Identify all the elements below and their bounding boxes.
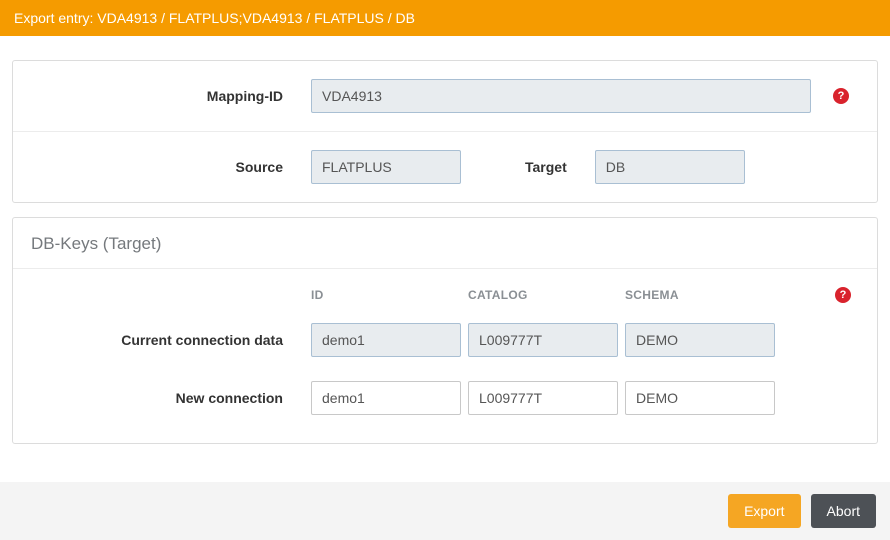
new-connection-schema-input[interactable] xyxy=(625,381,775,415)
export-entry-title-bar: Export entry: VDA4913 / FLATPLUS;VDA4913… xyxy=(0,0,890,36)
mapping-id-label: Mapping-ID xyxy=(206,88,283,104)
mapping-id-row: Mapping-ID ? xyxy=(13,61,877,131)
target-input[interactable] xyxy=(594,150,745,184)
target-label: Target xyxy=(525,159,567,175)
dbkeys-panel: DB-Keys (Target) ID CATALOG SCHEMA ? Cur… xyxy=(12,217,878,444)
current-connection-catalog-input[interactable] xyxy=(468,323,618,357)
new-connection-catalog-input[interactable] xyxy=(468,381,618,415)
page-title: Export entry: VDA4913 / FLATPLUS;VDA4913… xyxy=(14,10,415,26)
dbkeys-column-header-row: ID CATALOG SCHEMA ? xyxy=(13,269,877,311)
abort-button[interactable]: Abort xyxy=(810,494,876,528)
action-footer: Export Abort xyxy=(0,482,890,540)
source-target-row: Source Target xyxy=(13,131,877,202)
mapping-panel: Mapping-ID ? Source Target xyxy=(12,60,878,203)
mapping-id-help-icon[interactable]: ? xyxy=(833,88,849,104)
current-connection-schema-input[interactable] xyxy=(625,323,775,357)
new-connection-id-input[interactable] xyxy=(311,381,461,415)
new-connection-label: New connection xyxy=(175,390,283,406)
current-connection-row: Current connection data xyxy=(13,311,877,369)
source-input[interactable] xyxy=(311,150,461,184)
mapping-id-input[interactable] xyxy=(311,79,811,113)
dbkeys-bottom-padding xyxy=(13,427,877,443)
column-header-schema: SCHEMA xyxy=(625,288,679,302)
dbkeys-help-icon[interactable]: ? xyxy=(835,287,851,303)
column-header-id: ID xyxy=(311,288,324,302)
new-connection-row: New connection xyxy=(13,369,877,427)
current-connection-label: Current connection data xyxy=(121,332,283,348)
source-label: Source xyxy=(235,159,283,175)
dbkeys-panel-title: DB-Keys (Target) xyxy=(13,218,877,269)
column-header-catalog: CATALOG xyxy=(468,288,528,302)
current-connection-id-input[interactable] xyxy=(311,323,461,357)
export-button[interactable]: Export xyxy=(728,494,801,528)
